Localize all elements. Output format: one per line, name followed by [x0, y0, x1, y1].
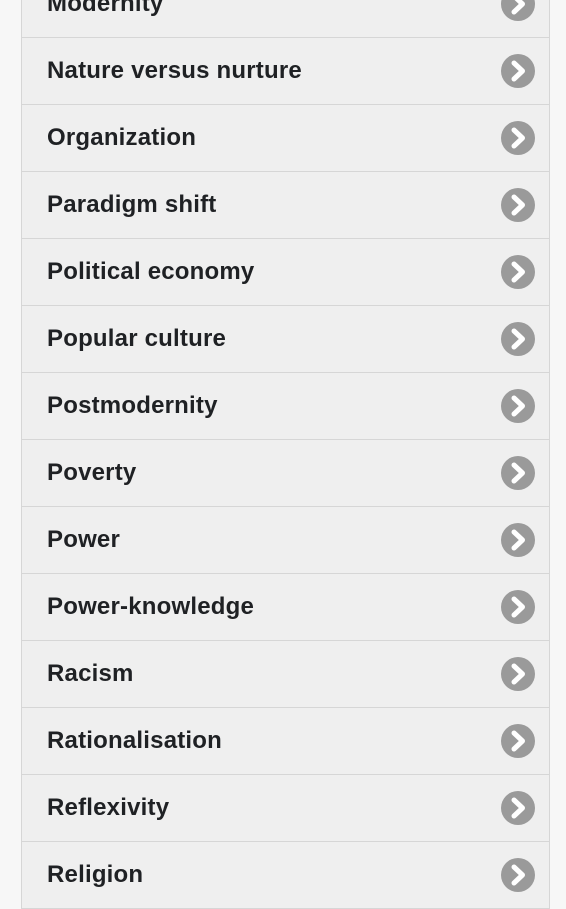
list-item-label: Nature versus nurture [47, 57, 302, 84]
list-item-popular-culture[interactable]: Popular culture [22, 306, 549, 373]
list-item-label: Political economy [47, 258, 255, 285]
list-item-label: Power [47, 526, 121, 553]
list-item-label: Paradigm shift [47, 191, 217, 218]
list-item-power[interactable]: Power [22, 507, 549, 574]
list-item-power-knowledge[interactable]: Power-knowledge [22, 574, 549, 641]
list-item-poverty[interactable]: Poverty [22, 440, 549, 507]
list-item-political-economy[interactable]: Political economy [22, 239, 549, 306]
list-item-religion[interactable]: Religion [22, 842, 549, 909]
list-item-paradigm-shift[interactable]: Paradigm shift [22, 172, 549, 239]
chevron-right-circle-icon [501, 724, 535, 758]
list-item-rationalisation[interactable]: Rationalisation [22, 708, 549, 775]
chevron-right-circle-icon [501, 657, 535, 691]
list-item-label: Rationalisation [47, 727, 223, 754]
list-item-label: Organization [47, 124, 197, 151]
chevron-right-circle-icon [501, 791, 535, 825]
list-item-label: Power-knowledge [47, 593, 255, 620]
list-item-label: Poverty [47, 459, 137, 486]
chevron-right-circle-icon [501, 255, 535, 289]
list-item-organization[interactable]: Organization [22, 105, 549, 172]
chevron-right-circle-icon [501, 54, 535, 88]
list-item-nature-versus-nurture[interactable]: Nature versus nurture [22, 38, 549, 105]
list-item-label: Modernity [47, 0, 164, 17]
chevron-right-circle-icon [501, 590, 535, 624]
chevron-right-circle-icon [501, 121, 535, 155]
list-item-postmodernity[interactable]: Postmodernity [22, 373, 549, 440]
list-item-label: Racism [47, 660, 134, 687]
list-item-modernity[interactable]: Modernity [22, 0, 549, 38]
chevron-right-circle-icon [501, 322, 535, 356]
chevron-right-circle-icon [501, 858, 535, 892]
chevron-right-circle-icon [501, 456, 535, 490]
topic-list: Modernity Nature versus nurture Organiza… [21, 0, 550, 909]
list-item-label: Reflexivity [47, 794, 170, 821]
list-item-label: Religion [47, 861, 144, 888]
list-item-reflexivity[interactable]: Reflexivity [22, 775, 549, 842]
chevron-right-circle-icon [501, 188, 535, 222]
chevron-right-circle-icon [501, 523, 535, 557]
chevron-right-circle-icon [501, 389, 535, 423]
list-item-label: Postmodernity [47, 392, 218, 419]
chevron-right-circle-icon [501, 0, 535, 21]
list-item-racism[interactable]: Racism [22, 641, 549, 708]
list-item-label: Popular culture [47, 325, 227, 352]
